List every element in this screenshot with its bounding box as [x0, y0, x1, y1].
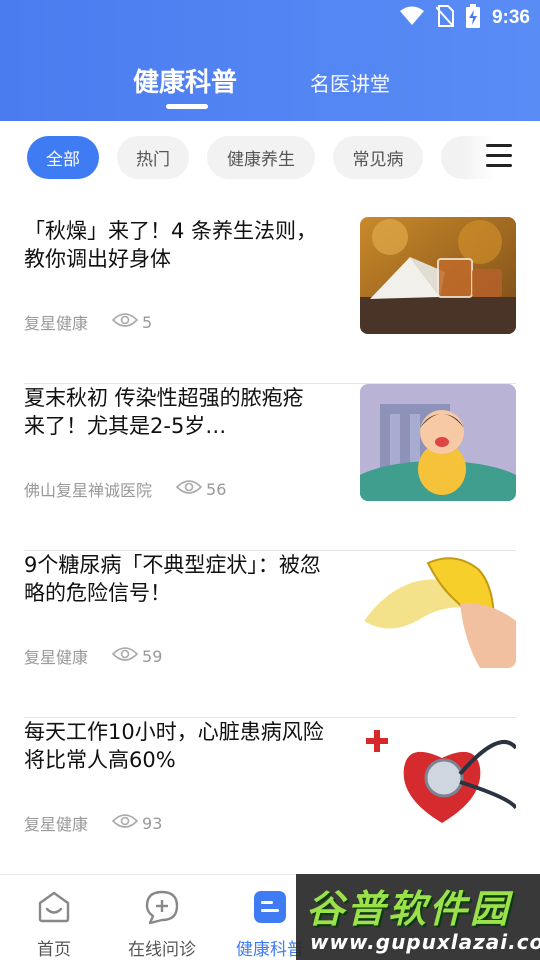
article-meta: 复星健康 93 [24, 811, 162, 835]
views-count: 93 [142, 813, 163, 833]
banana-thumbnail [360, 551, 516, 668]
article-title: 9个糖尿病「不典型症状」：被忽略的危险信号！ [24, 553, 321, 605]
home-smile-icon [36, 889, 72, 929]
nav-label: 健康科普 [236, 940, 304, 960]
article-icon [252, 889, 288, 929]
watermark-logo: 谷普软件园 www.gupuxlazai.com [296, 874, 540, 960]
stethoscope-heart-thumbnail [360, 718, 516, 835]
chip-health-care[interactable]: 健康养生 [207, 136, 315, 179]
nav-label: 首页 [37, 940, 71, 960]
eye-icon [111, 312, 139, 332]
tab-doctor-lectures[interactable]: 名医讲堂 [310, 68, 390, 97]
tab-health-science[interactable]: 健康科普 [133, 62, 237, 99]
views-count: 56 [206, 479, 227, 499]
status-time: 9:36 [491, 7, 530, 28]
article-item[interactable]: 「秋燥」来了！4 条养生法则，教你调出好身体 复星健康 5 [24, 217, 516, 384]
article-title: 「秋燥」来了！4 条养生法则，教你调出好身体 [24, 219, 318, 271]
article-title: 每天工作10小时，心脏患病风险将比常人高60% [24, 720, 324, 772]
views-count: 59 [142, 646, 163, 666]
views-count: 5 [142, 312, 153, 332]
status-bar: 9:36 [399, 4, 530, 32]
chip-common-disease[interactable]: 常见病 [333, 136, 423, 179]
book-and-tea-thumbnail [360, 217, 516, 334]
article-item[interactable]: 9个糖尿病「不典型症状」：被忽略的危险信号！ 复星健康 59 [24, 551, 516, 718]
article-views: 93 [111, 813, 163, 833]
crying-child-thumbnail [360, 384, 516, 501]
nav-home[interactable]: 首页 [4, 889, 104, 960]
battery-charging-icon [465, 4, 480, 32]
article-views: 56 [175, 479, 227, 499]
article-source: 复星健康 [24, 648, 89, 667]
top-tabs: 健康科普 名医讲堂 [0, 62, 540, 112]
chip-hot[interactable]: 热门 [117, 136, 189, 179]
no-sim-icon [435, 5, 455, 31]
watermark-url: www.gupuxlazai.com [310, 930, 540, 954]
eye-icon [111, 813, 139, 833]
watermark-title: 谷普软件园 [306, 887, 512, 931]
article-views: 59 [111, 646, 163, 666]
nav-online-consult[interactable]: 在线问诊 [112, 889, 212, 960]
nav-label: 在线问诊 [128, 940, 196, 960]
tab-active-indicator [166, 104, 208, 109]
eye-icon [111, 646, 139, 666]
article-views: 5 [111, 312, 153, 332]
article-meta: 佛山复星禅诚医院 56 [24, 477, 226, 501]
article-item[interactable]: 每天工作10小时，心脏患病风险将比常人高60% 复星健康 93 [24, 718, 516, 885]
article-source: 复星健康 [24, 314, 89, 333]
chip-all[interactable]: 全部 [27, 136, 99, 179]
chat-plus-icon [144, 889, 180, 929]
article-title: 夏末秋初 传染性超强的脓疱疮来了！尤其是2-5岁… [24, 386, 304, 438]
article-meta: 复星健康 59 [24, 644, 162, 668]
wifi-icon [399, 6, 424, 30]
article-item[interactable]: 夏末秋初 传染性超强的脓疱疮来了！尤其是2-5岁… 佛山复星禅诚医院 56 [24, 384, 516, 551]
menu-icon[interactable] [486, 144, 514, 170]
filter-chips: 全部 热门 健康养生 常见病 [0, 121, 540, 193]
article-source: 复星健康 [24, 815, 89, 834]
article-meta: 复星健康 5 [24, 310, 152, 334]
eye-icon [175, 479, 203, 499]
article-source: 佛山复星禅诚医院 [24, 481, 153, 500]
app-header: 9:36 健康科普 名医讲堂 [0, 0, 540, 121]
